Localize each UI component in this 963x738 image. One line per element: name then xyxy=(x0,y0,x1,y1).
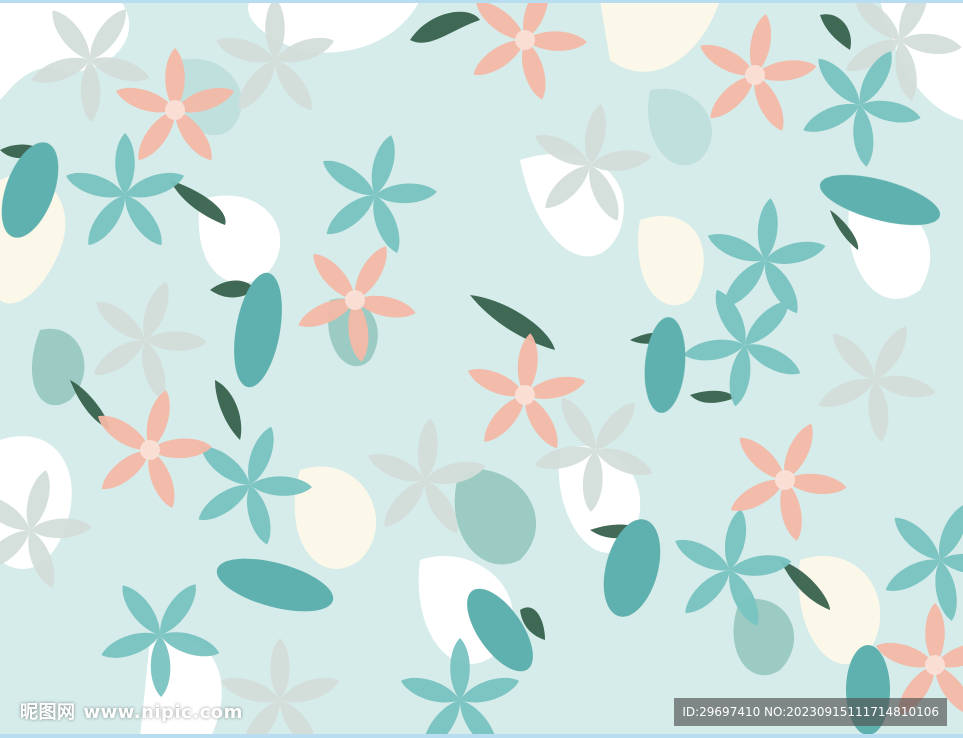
watermark-id: ID:29697410 NO:20230915111714810106 xyxy=(674,698,947,726)
bottom-border xyxy=(0,734,963,738)
floral-pattern-svg xyxy=(0,0,963,738)
watermark-site-url: www.nipic.com xyxy=(83,702,243,723)
watermark-site: 昵图网 www.nipic.com xyxy=(20,698,251,724)
top-border xyxy=(0,0,963,3)
floral-pattern-image: 昵图网 www.nipic.com ID:29697410 NO:20230915… xyxy=(0,0,963,738)
watermark-site-name: 昵图网 xyxy=(20,702,76,723)
